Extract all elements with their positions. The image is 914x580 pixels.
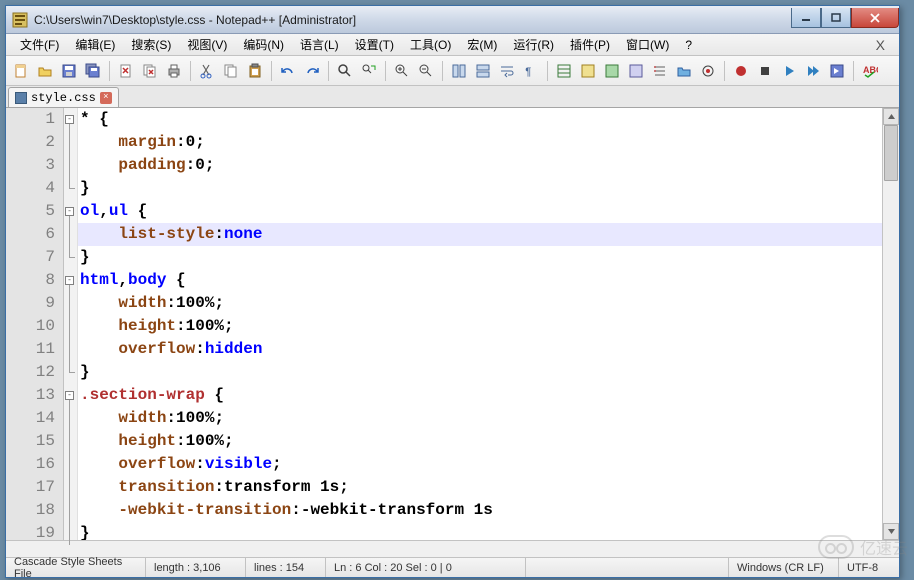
menu-language[interactable]: 语言(L) <box>292 34 347 55</box>
sync-h-icon[interactable] <box>472 60 494 82</box>
open-file-icon[interactable] <box>34 60 56 82</box>
wrap-icon[interactable] <box>496 60 518 82</box>
status-eol: Windows (CR LF) <box>729 558 839 577</box>
status-lines: lines : 154 <box>246 558 326 577</box>
print-icon[interactable] <box>163 60 185 82</box>
save-icon[interactable] <box>58 60 80 82</box>
scroll-up-icon[interactable] <box>883 108 899 125</box>
undo-icon[interactable] <box>277 60 299 82</box>
status-position: Ln : 6 Col : 20 Sel : 0 | 0 <box>326 558 526 577</box>
user-lang-icon[interactable] <box>577 60 599 82</box>
copy-icon[interactable] <box>220 60 242 82</box>
play-macro-icon[interactable] <box>778 60 800 82</box>
fold-gutter[interactable]: ---- <box>64 108 78 540</box>
menu-run[interactable]: 运行(R) <box>505 34 562 55</box>
code-area[interactable]: * { margin:0; padding:0;}ol,ul { list-st… <box>78 108 882 540</box>
scroll-thumb[interactable] <box>884 125 898 181</box>
indent-guide-icon[interactable] <box>553 60 575 82</box>
statusbar: Cascade Style Sheets File length : 3,106… <box>6 557 899 577</box>
toolbar: ¶ ABC <box>6 56 899 86</box>
status-length: length : 3,106 <box>146 558 246 577</box>
scroll-down-icon[interactable] <box>883 523 899 540</box>
record-macro-icon[interactable] <box>730 60 752 82</box>
zoom-out-icon[interactable] <box>415 60 437 82</box>
tab-close-icon[interactable]: × <box>100 92 112 104</box>
close-button[interactable] <box>851 8 899 28</box>
line-number-gutter[interactable]: 12345678910111213141516171819 <box>6 108 64 540</box>
sync-v-icon[interactable] <box>448 60 470 82</box>
menu-search[interactable]: 搜索(S) <box>123 34 179 55</box>
show-all-chars-icon[interactable]: ¶ <box>520 60 542 82</box>
menu-settings[interactable]: 设置(T) <box>347 34 402 55</box>
minimize-button[interactable] <box>791 8 821 28</box>
doc-map-icon[interactable] <box>601 60 623 82</box>
find-icon[interactable] <box>334 60 356 82</box>
menu-edit[interactable]: 编辑(E) <box>67 34 123 55</box>
menu-file[interactable]: 文件(F) <box>12 34 67 55</box>
menu-encoding[interactable]: 编码(N) <box>235 34 292 55</box>
menu-plugins[interactable]: 插件(P) <box>562 34 618 55</box>
tabbar: style.css × <box>6 86 899 108</box>
save-macro-icon[interactable] <box>826 60 848 82</box>
svg-text:¶: ¶ <box>525 67 532 79</box>
paste-icon[interactable] <box>244 60 266 82</box>
editor: 12345678910111213141516171819 ---- * { m… <box>6 108 899 540</box>
file-icon <box>15 92 27 104</box>
replace-icon[interactable] <box>358 60 380 82</box>
menu-macro[interactable]: 宏(M) <box>459 34 505 55</box>
new-file-icon[interactable] <box>10 60 32 82</box>
monitor-icon[interactable] <box>697 60 719 82</box>
status-encoding: UTF-8 <box>839 558 899 577</box>
func-list-icon[interactable] <box>649 60 671 82</box>
status-filetype: Cascade Style Sheets File <box>6 558 146 577</box>
close-all-icon[interactable] <box>139 60 161 82</box>
menubar: 文件(F) 编辑(E) 搜索(S) 视图(V) 编码(N) 语言(L) 设置(T… <box>6 34 899 56</box>
menubar-close-icon[interactable]: X <box>868 37 893 53</box>
zoom-in-icon[interactable] <box>391 60 413 82</box>
app-window: C:\Users\win7\Desktop\style.css - Notepa… <box>5 5 900 578</box>
spellcheck-icon[interactable]: ABC <box>859 60 881 82</box>
save-all-icon[interactable] <box>82 60 104 82</box>
close-file-icon[interactable] <box>115 60 137 82</box>
doc-list-icon[interactable] <box>625 60 647 82</box>
svg-text:ABC: ABC <box>863 65 878 75</box>
maximize-button[interactable] <box>821 8 851 28</box>
horizontal-scrollbar[interactable] <box>6 540 899 557</box>
play-multi-icon[interactable] <box>802 60 824 82</box>
tab-style-css[interactable]: style.css × <box>8 87 119 107</box>
folder-workspace-icon[interactable] <box>673 60 695 82</box>
menu-help[interactable]: ? <box>677 36 700 54</box>
menu-view[interactable]: 视图(V) <box>179 34 235 55</box>
vertical-scrollbar[interactable] <box>882 108 899 540</box>
window-title: C:\Users\win7\Desktop\style.css - Notepa… <box>34 13 791 27</box>
titlebar[interactable]: C:\Users\win7\Desktop\style.css - Notepa… <box>6 6 899 34</box>
tab-label: style.css <box>31 91 96 105</box>
redo-icon[interactable] <box>301 60 323 82</box>
menu-tools[interactable]: 工具(O) <box>402 34 459 55</box>
stop-macro-icon[interactable] <box>754 60 776 82</box>
menu-window[interactable]: 窗口(W) <box>618 34 677 55</box>
cut-icon[interactable] <box>196 60 218 82</box>
app-icon <box>12 12 28 28</box>
